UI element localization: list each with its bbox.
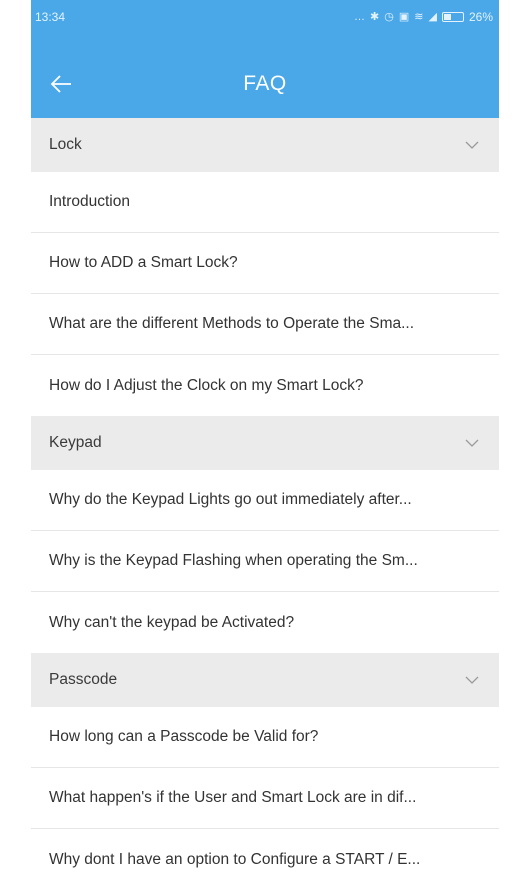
title-bar: FAQ — [31, 64, 499, 104]
section-header-lock[interactable]: Lock — [31, 118, 499, 172]
faq-item[interactable]: Why can't the keypad be Activated? — [31, 592, 499, 653]
faq-question: How long can a Passcode be Valid for? — [49, 728, 319, 745]
app-bar: 13:34 … ✱ ◷ ▣ ≋ ◢ 26% FAQ — [31, 0, 499, 118]
faq-item[interactable]: What are the different Methods to Operat… — [31, 294, 499, 355]
back-button[interactable] — [41, 66, 81, 102]
faq-question: How do I Adjust the Clock on my Smart Lo… — [49, 376, 364, 394]
section-header-passcode[interactable]: Passcode — [31, 653, 499, 707]
nfc-icon: ▣ — [398, 10, 410, 23]
status-icons: … ✱ ◷ ▣ ≋ ◢ 26% — [354, 10, 493, 24]
faq-question: Introduction — [49, 193, 130, 210]
section-label: Passcode — [49, 671, 118, 688]
faq-question: What happen's if the User and Smart Lock… — [49, 789, 417, 806]
section-header-keypad[interactable]: Keypad — [31, 416, 499, 470]
chevron-down-icon — [465, 439, 479, 447]
faq-item[interactable]: How do I Adjust the Clock on my Smart Lo… — [31, 355, 499, 416]
status-bar: 13:34 … ✱ ◷ ▣ ≋ ◢ 26% — [31, 0, 499, 34]
wifi-icon: ≋ — [414, 10, 424, 23]
faq-screen: 13:34 … ✱ ◷ ▣ ≋ ◢ 26% FAQ Lock Introduct… — [31, 0, 499, 895]
faq-question: Why can't the keypad be Activated? — [49, 613, 295, 631]
faq-item[interactable]: How to ADD a Smart Lock? — [31, 233, 499, 294]
faq-question: Why do the Keypad Lights go out immediat… — [49, 491, 412, 508]
faq-item[interactable]: Why is the Keypad Flashing when operatin… — [31, 531, 499, 592]
faq-item[interactable]: How long can a Passcode be Valid for? — [31, 707, 499, 768]
signal-icon: ◢ — [428, 10, 437, 23]
battery-level: 26% — [468, 10, 493, 24]
chevron-down-icon — [465, 141, 479, 149]
faq-item[interactable]: Why do the Keypad Lights go out immediat… — [31, 470, 499, 531]
faq-question: What are the different Methods to Operat… — [49, 315, 415, 332]
section-label: Keypad — [49, 434, 102, 451]
dots-icon: … — [354, 10, 366, 23]
faq-list: Lock Introduction How to ADD a Smart Loc… — [31, 118, 499, 890]
battery-icon — [441, 12, 464, 22]
faq-question: How to ADD a Smart Lock? — [49, 254, 238, 271]
section-label: Lock — [49, 136, 82, 153]
faq-question: Why is the Keypad Flashing when operatin… — [49, 552, 418, 569]
faq-item[interactable]: Introduction — [31, 172, 499, 233]
back-arrow-icon — [50, 75, 71, 93]
right-margin — [499, 0, 530, 895]
faq-item[interactable]: What happen's if the User and Smart Lock… — [31, 768, 499, 829]
left-margin — [0, 0, 31, 895]
status-time: 13:34 — [35, 10, 66, 24]
faq-question: Why dont I have an option to Configure a… — [49, 850, 421, 868]
chevron-down-icon — [465, 676, 479, 684]
page-title: FAQ — [243, 72, 287, 95]
faq-item[interactable]: Why dont I have an option to Configure a… — [31, 829, 499, 890]
alarm-icon: ◷ — [384, 10, 394, 23]
bluetooth-icon: ✱ — [370, 10, 380, 23]
